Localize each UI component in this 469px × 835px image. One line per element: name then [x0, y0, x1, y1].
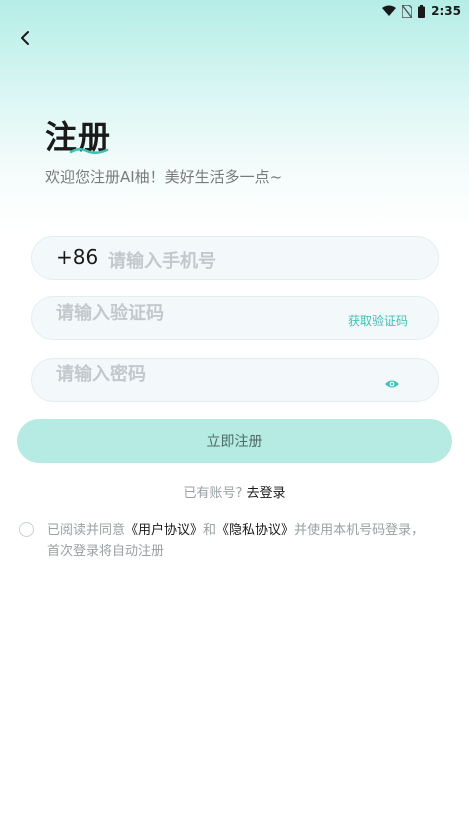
get-code-button[interactable]: 获取验证码	[348, 312, 408, 329]
no-sim-icon	[402, 4, 413, 18]
login-prompt-text: 已有账号?	[183, 486, 243, 501]
privacy-agreement-link[interactable]: 《隐私协议》	[216, 523, 294, 538]
agreement-text: 已阅读并同意《用户协议》和《隐私协议》并使用本机号码登录，首次登录将自动注册	[47, 520, 432, 562]
register-button[interactable]: 立即注册	[17, 419, 452, 463]
back-button[interactable]	[14, 28, 36, 52]
password-field	[31, 353, 439, 402]
phone-input[interactable]	[108, 240, 408, 282]
status-time: 2:35	[431, 4, 461, 18]
login-link[interactable]: 去登录	[247, 486, 286, 501]
agreement-checkbox[interactable]	[19, 522, 34, 537]
page-subtitle: 欢迎您注册AI柚！美好生活多一点~	[45, 168, 283, 186]
login-prompt: 已有账号? 去登录	[0, 482, 469, 501]
title-underline-decoration	[69, 148, 109, 154]
wifi-icon	[382, 5, 397, 17]
user-agreement-link[interactable]: 《用户协议》	[125, 523, 203, 538]
page-header: 注册	[45, 112, 111, 158]
agreement-and: 和	[203, 523, 217, 538]
code-field: 获取验证码	[31, 292, 439, 340]
status-bar: 2:35	[382, 0, 461, 22]
phone-field: +86	[31, 236, 439, 282]
agreement-prefix: 已阅读并同意	[47, 523, 126, 538]
chevron-left-icon	[19, 30, 31, 50]
password-input[interactable]	[56, 353, 356, 395]
battery-icon	[418, 4, 426, 18]
code-input[interactable]	[56, 292, 316, 334]
eye-icon[interactable]	[384, 375, 400, 388]
country-code: +86	[56, 245, 99, 269]
